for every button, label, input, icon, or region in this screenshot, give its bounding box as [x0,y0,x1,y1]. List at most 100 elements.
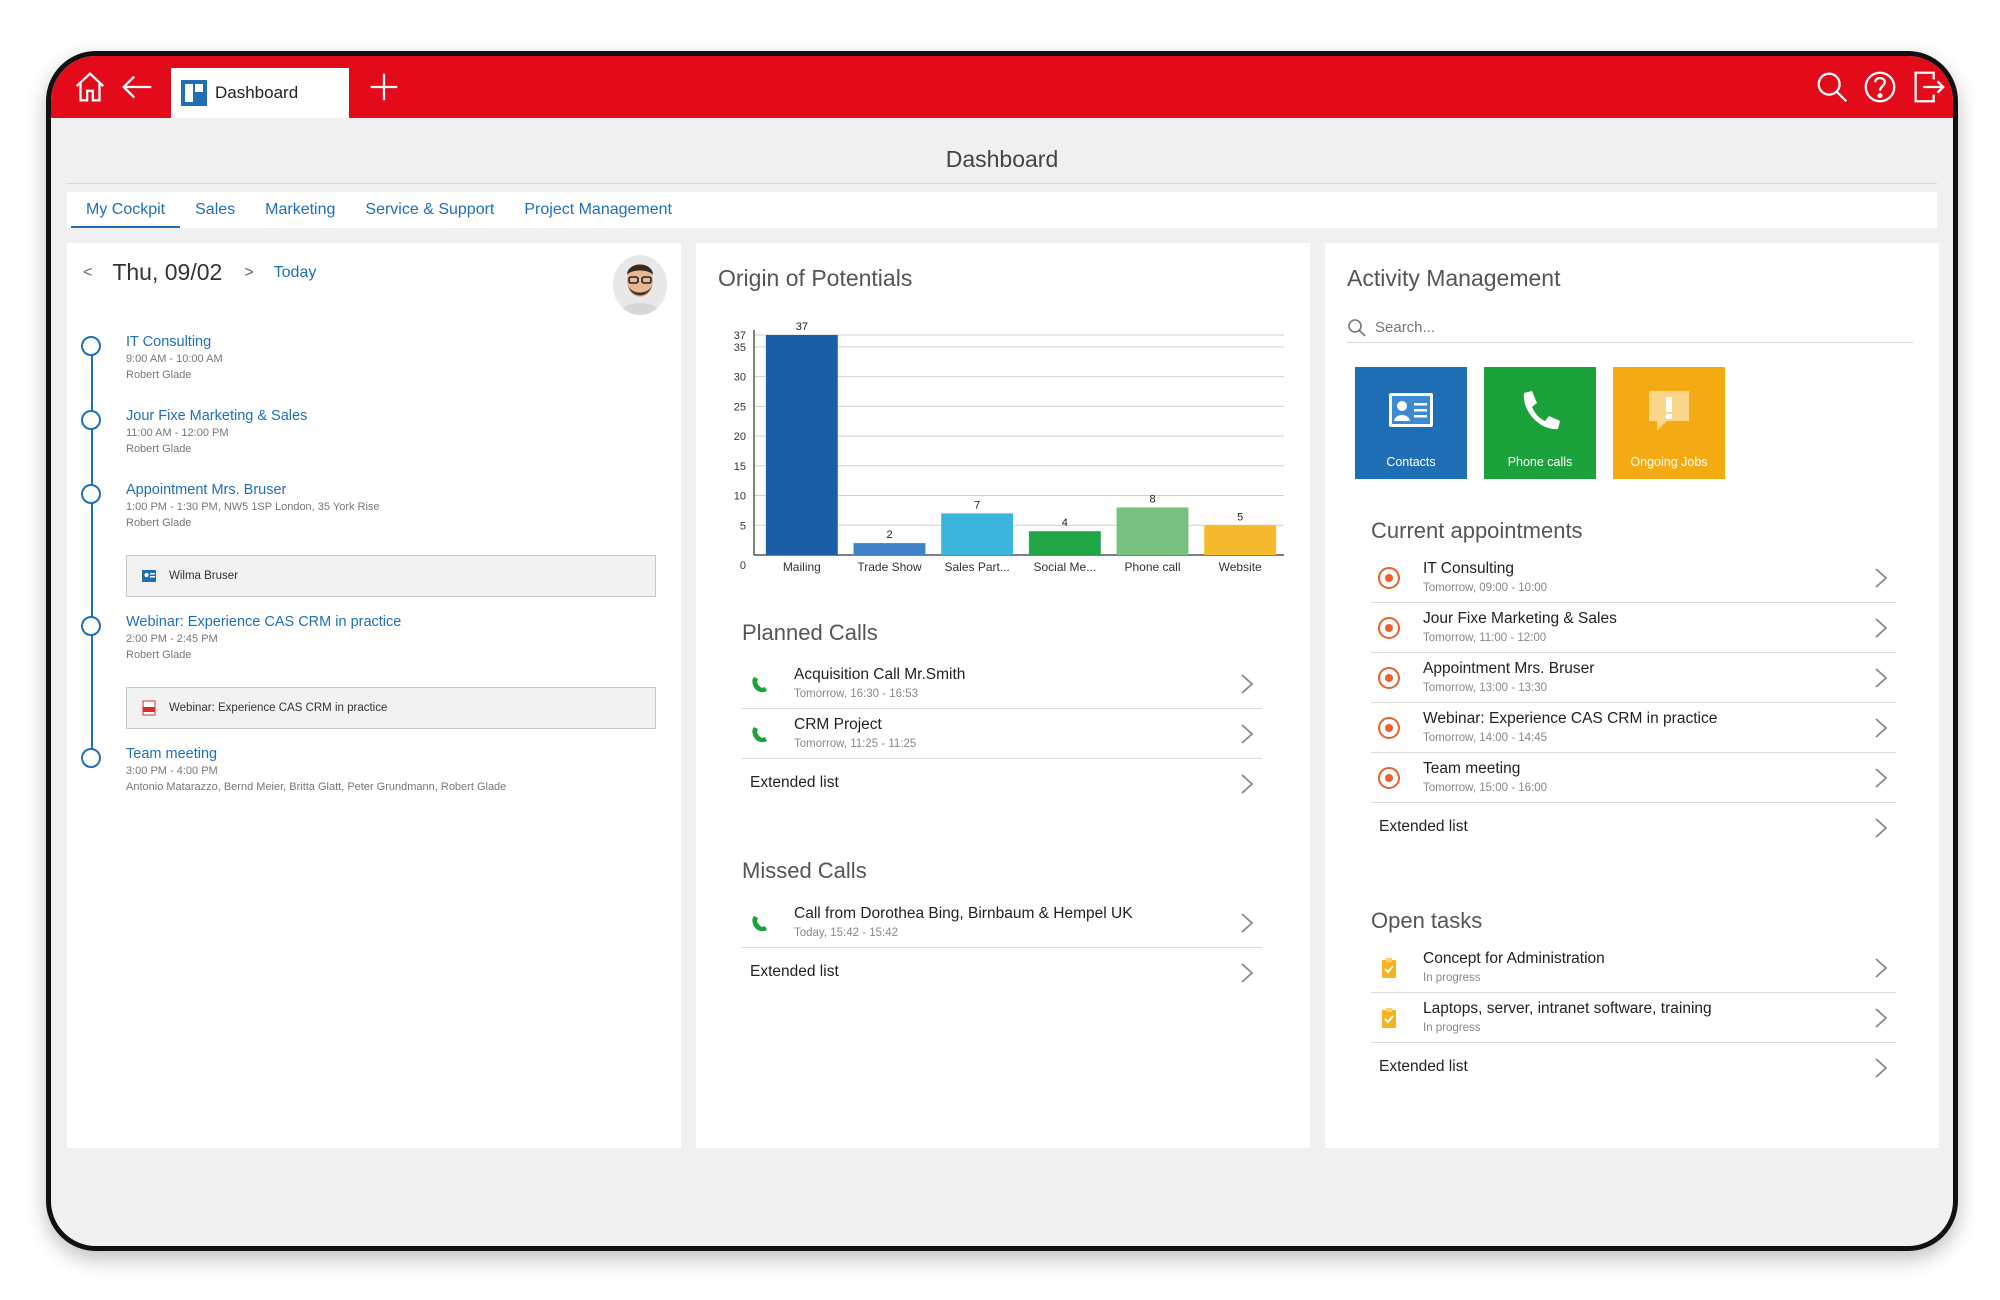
appointment-title[interactable]: Appointment Mrs. Bruser [126,482,656,498]
tab-dashboard[interactable]: Dashboard [171,68,349,118]
potentials-title: Origin of Potentials [718,265,913,291]
data-label: 7 [974,499,980,511]
appointment-time: 11:00 AM - 12:00 PM [126,427,229,439]
y-tick-label: 20 [734,431,746,443]
next-day-button[interactable]: > [244,264,253,282]
y-tick-label: 0 [740,560,746,572]
y-tick-label: 10 [734,491,746,503]
list-item[interactable]: Call from Dorothea Bing, Birnbaum & Hemp… [742,898,1262,948]
list-item[interactable]: Webinar: Experience CAS CRM in practice … [1371,703,1896,753]
y-tick-label: 30 [734,372,746,384]
phone-icon [752,727,767,743]
bar [765,335,838,555]
appointment-time: Tomorrow, 09:00 - 10:00 [1423,582,1548,594]
previous-day-button[interactable]: < [83,264,92,282]
extended-list-link[interactable]: Extended list [1371,803,1896,853]
x-tick-label: Social Me... [1033,560,1096,574]
chevron-right-icon [1875,818,1888,838]
list-item[interactable]: IT Consulting Tomorrow, 09:00 - 10:00 [1371,553,1896,603]
list-item[interactable]: Laptops, server, intranet software, trai… [1371,993,1896,1043]
potentials-panel: Origin of Potentials 0 5 10 15 20 25 30 35 37 37 M… [696,243,1310,1148]
timeline-dot [81,616,101,636]
tile-label: Phone calls [1507,455,1573,469]
tab-my-cockpit[interactable]: My Cockpit [71,192,181,228]
search-icon [1348,318,1366,337]
search-icon[interactable] [1809,64,1855,110]
data-label: 4 [1062,517,1068,529]
appointment-people: Robert Glade [126,369,192,381]
planned-calls-list: Acquisition Call Mr.Smith Tomorrow, 16:3… [742,659,1262,809]
document-attachment[interactable]: Webinar: Experience CAS CRM in practice [126,687,656,729]
phone-icon [752,677,767,693]
phone-calls-tile[interactable]: Phone calls [1484,367,1596,479]
x-tick-label: Trade Show [857,560,922,574]
top-bar: Dashboard [51,56,1953,118]
avatar[interactable] [613,255,667,315]
y-tick-label: 15 [734,461,746,473]
phone-icon [752,916,767,932]
list-item[interactable]: Acquisition Call Mr.Smith Tomorrow, 16:3… [742,659,1262,709]
missed-calls-title: Missed Calls [742,858,867,883]
planned-calls-title: Planned Calls [742,620,878,645]
chevron-right-icon [1241,913,1254,933]
activity-search [1347,313,1913,343]
appointment-time: 9:00 AM - 10:00 AM [126,353,223,365]
chevron-right-icon [1241,674,1254,694]
date-navigator: < Thu, 09/02 > Today [83,259,316,286]
tab-sales[interactable]: Sales [180,192,250,228]
tab-service-support[interactable]: Service & Support [350,192,509,228]
list-item[interactable]: Jour Fixe Marketing & Sales Tomorrow, 11… [1371,603,1896,653]
appointment-title: Webinar: Experience CAS CRM in practice [1423,710,1718,727]
x-tick-label: Mailing [783,560,821,574]
tab-project-management[interactable]: Project Management [509,192,687,228]
appointment-clock-icon [1378,667,1400,689]
chevron-right-icon [1875,1058,1888,1078]
clipboard-task-icon [1382,1008,1396,1028]
chevron-right-icon [1875,958,1888,978]
appointment-title[interactable]: IT Consulting [126,334,656,350]
back-arrow-icon[interactable] [115,64,161,110]
phone-icon [1523,391,1560,430]
help-icon[interactable] [1857,64,1903,110]
data-label: 2 [886,529,892,541]
contacts-tile[interactable]: Contacts [1355,367,1467,479]
call-time: Today, 15:42 - 15:42 [794,927,898,939]
appointment-title[interactable]: Jour Fixe Marketing & Sales [126,408,656,424]
ongoing-jobs-tile[interactable]: Ongoing Jobs [1613,367,1725,479]
appointment-time: 2:00 PM - 2:45 PM [126,633,218,645]
chevron-right-icon [1241,963,1254,983]
extended-list-link[interactable]: Extended list [742,759,1262,809]
tab-marketing[interactable]: Marketing [250,192,350,228]
appointment-clock-icon [1378,717,1400,739]
today-link[interactable]: Today [274,264,317,282]
timeline-line [91,343,93,768]
appointment-title: Team meeting [1423,760,1521,777]
logout-icon[interactable] [1905,64,1951,110]
appointment-time: 1:00 PM - 1:30 PM, NW5 1SP London, 35 Yo… [126,501,380,513]
list-item[interactable]: Team meeting Tomorrow, 15:00 - 16:00 [1371,753,1896,803]
extended-list-label: Extended list [1379,818,1468,835]
search-input[interactable] [1375,319,1875,336]
home-icon[interactable] [67,64,113,110]
appointment-title: Appointment Mrs. Bruser [1423,660,1595,677]
extended-list-link[interactable]: Extended list [1371,1043,1896,1093]
appointment-clock-icon [1378,567,1400,589]
list-item[interactable]: Concept for Administration In progress [1371,943,1896,993]
call-title: Acquisition Call Mr.Smith [794,666,966,683]
y-tick-label: 5 [740,520,746,532]
exclamation-comment-icon [1649,391,1689,431]
appointment-people: Robert Glade [126,443,192,455]
add-tab-icon[interactable] [361,64,407,110]
appointment-time: Tomorrow, 15:00 - 16:00 [1423,782,1548,794]
contact-attachment[interactable]: Wilma Bruser [126,555,656,597]
appointment-title[interactable]: Webinar: Experience CAS CRM in practice [126,614,656,630]
device-frame: Dashboard Dashboard My Cockpit Sales Mar… [46,51,1958,1251]
extended-list-link[interactable]: Extended list [742,948,1262,998]
call-time: Tomorrow, 11:25 - 11:25 [794,738,917,750]
chevron-right-icon [1875,568,1888,588]
y-tick-label: 35 [734,342,746,354]
list-item[interactable]: Appointment Mrs. Bruser Tomorrow, 13:00 … [1371,653,1896,703]
appointment-title[interactable]: Team meeting [126,746,656,762]
list-item[interactable]: CRM Project Tomorrow, 11:25 - 11:25 [742,709,1262,759]
task-title: Laptops, server, intranet software, trai… [1423,1000,1712,1017]
